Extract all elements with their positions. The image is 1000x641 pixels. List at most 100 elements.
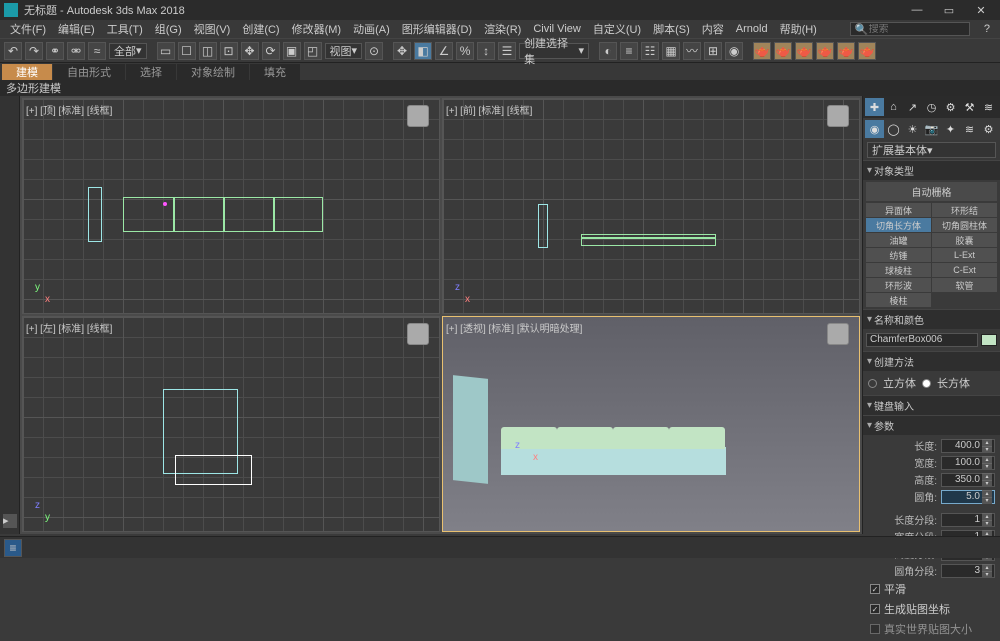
menu-edit[interactable]: 编辑(E) [52,21,101,37]
help-icon[interactable]: ? [978,23,996,35]
close-button[interactable]: ✕ [974,3,988,17]
link-icon[interactable]: ⚭ [46,42,64,60]
lights-icon[interactable]: ☀ [903,120,922,138]
select-manipulate-icon[interactable]: ✥ [393,42,411,60]
geometry-icon[interactable]: ◉ [865,120,884,138]
layers-icon[interactable]: ☷ [641,42,659,60]
filter-dropdown[interactable]: 全部 ▾ [109,43,147,59]
spinner-snap-icon[interactable]: ↕ [477,42,495,60]
menu-customize[interactable]: 自定义(U) [587,21,647,37]
select-move-icon[interactable]: ✥ [241,42,259,60]
menu-help[interactable]: 帮助(H) [774,21,823,37]
viewport-front[interactable]: [+] [前] [标准] [线框] z x [442,98,860,314]
menu-modifiers[interactable]: 修改器(M) [286,21,348,37]
tab-populate[interactable]: 填充 [250,64,300,80]
viewport-perspective[interactable]: [+] [透视] [标准] [默认明暗处理] z x [442,316,860,532]
menu-maxscript[interactable]: 脚本(S) [647,21,696,37]
section-create-method[interactable]: 创建方法 [863,351,1000,371]
layer-explorer-icon[interactable]: ▦ [662,42,680,60]
menu-file[interactable]: 文件(F) [4,21,52,37]
fseg-spinner[interactable]: ▴▾ [941,564,995,578]
schematic-icon[interactable]: ⊞ [704,42,722,60]
helpers-icon[interactable]: ✦ [941,120,960,138]
btn-chamfercyl[interactable]: 切角圆柱体 [932,218,997,232]
select-icon[interactable]: ▭ [157,42,175,60]
render-setup-icon[interactable]: 🫖 [753,42,771,60]
percent-snap-icon[interactable]: % [456,42,474,60]
snap-toggle-icon[interactable]: ◧ [414,42,432,60]
window-crossing-icon[interactable]: ⊡ [220,42,238,60]
realworld-checkbox[interactable] [870,624,880,634]
maximize-button[interactable]: ▭ [942,3,956,17]
motion-tab-icon[interactable]: ◷ [922,98,941,116]
named-sets-dropdown[interactable]: 创建选择集 ▾ [519,43,589,59]
tab-freeform[interactable]: 自由形式 [53,64,125,80]
shapes-icon[interactable]: ◯ [884,120,903,138]
use-center-icon[interactable]: ⊙ [365,42,383,60]
autogrid-checkbox[interactable]: 自动栅格 [866,182,997,201]
extra-tab-icon[interactable]: ≋ [979,98,998,116]
menu-civil[interactable]: Civil View [527,23,586,35]
btn-cext[interactable]: C-Ext [932,263,997,277]
tab-modeling[interactable]: 建模 [2,64,52,80]
viewcube-icon[interactable] [827,323,849,345]
menu-content[interactable]: 内容 [696,21,730,37]
search-box[interactable]: 🔍 [850,22,970,36]
render-frame-icon[interactable]: 🫖 [774,42,792,60]
btn-chamferbox[interactable]: 切角长方体 [866,218,931,232]
material-editor-icon[interactable]: ◉ [725,42,743,60]
radio-box[interactable] [922,379,931,388]
primitive-type-dropdown[interactable]: 扩展基本体 ▾ [867,142,996,158]
scene-explorer-strip[interactable]: ▸ [0,96,20,534]
btn-hedra[interactable]: 异面体 [866,203,931,217]
modify-tab-icon[interactable]: ⌂ [884,98,903,116]
width-spinner[interactable]: ▴▾ [941,456,995,470]
select-name-icon[interactable]: ☐ [178,42,196,60]
btn-prism[interactable]: 棱柱 [866,293,931,307]
render-prod-icon[interactable]: 🫖 [795,42,813,60]
viewcube-icon[interactable] [407,105,429,127]
placement-icon[interactable]: ◰ [304,42,322,60]
menu-group[interactable]: 组(G) [149,21,188,37]
cameras-icon[interactable]: 📷 [922,120,941,138]
length-spinner[interactable]: ▴▾ [941,439,995,453]
fillet-spinner[interactable]: ▴▾ [941,490,995,504]
menu-arnold[interactable]: Arnold [730,23,774,35]
tab-objpaint[interactable]: 对象绘制 [177,64,249,80]
btn-lext[interactable]: L-Ext [932,248,997,262]
utilities-tab-icon[interactable]: ⚒ [960,98,979,116]
object-name-input[interactable]: ChamferBox006 [866,333,978,347]
object-color-swatch[interactable] [981,334,997,346]
display-tab-icon[interactable]: ⚙ [941,98,960,116]
expand-icon[interactable]: ▸ [3,514,17,528]
viewcube-icon[interactable] [407,323,429,345]
radio-cube[interactable] [868,379,877,388]
mirror-icon[interactable]: ◐ [599,42,617,60]
btn-spindle[interactable]: 纺锤 [866,248,931,262]
section-params[interactable]: 参数 [863,415,1000,435]
btn-oiltank[interactable]: 油罐 [866,233,931,247]
bind-icon[interactable]: ≈ [88,42,106,60]
viewcube-icon[interactable] [827,105,849,127]
btn-hose[interactable]: 软管 [932,278,997,292]
menu-render[interactable]: 渲染(R) [478,21,527,37]
btn-ringwave[interactable]: 环形波 [866,278,931,292]
viewport-top[interactable]: [+] [顶] [标准] [线框] y x [22,98,440,314]
hierarchy-tab-icon[interactable]: ↗ [903,98,922,116]
angle-snap-icon[interactable]: ∠ [435,42,453,60]
section-keyboard[interactable]: 键盘输入 [863,395,1000,415]
edit-named-icon[interactable]: ☰ [498,42,516,60]
select-region-icon[interactable]: ◫ [199,42,217,60]
unlink-icon[interactable]: ⚮ [67,42,85,60]
spacewarp-icon[interactable]: ≋ [960,120,979,138]
create-tab-icon[interactable]: ✚ [865,98,884,116]
btn-capsule[interactable]: 胶囊 [932,233,997,247]
menu-animation[interactable]: 动画(A) [347,21,396,37]
tab-selection[interactable]: 选择 [126,64,176,80]
btn-gengon[interactable]: 球棱柱 [866,263,931,277]
align-icon[interactable]: ≡ [620,42,638,60]
render-activeshade-icon[interactable]: 🫖 [837,42,855,60]
menu-graph[interactable]: 图形编辑器(D) [396,21,478,37]
undo-icon[interactable]: ↶ [4,42,22,60]
maxscript-icon[interactable]: ≡ [4,539,22,557]
